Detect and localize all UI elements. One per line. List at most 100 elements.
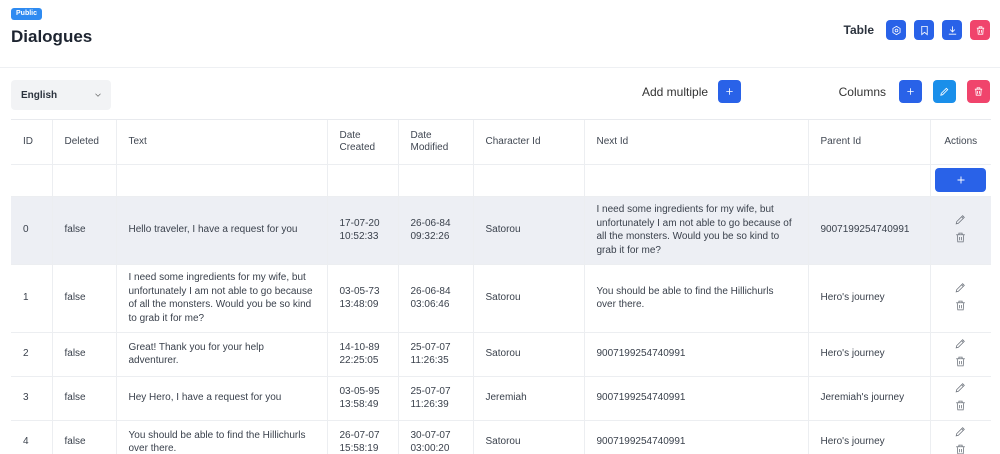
bookmark-icon (920, 25, 928, 36)
settings-button[interactable] (886, 20, 906, 40)
trash-icon (956, 232, 966, 242)
language-select-value: English (21, 89, 58, 101)
cell-next-id: 9007199254740991 (583, 376, 808, 421)
filter-cell[interactable] (472, 164, 584, 197)
edit-row-button[interactable] (954, 336, 968, 350)
bookmark-button[interactable] (914, 20, 934, 40)
public-badge: Public (11, 8, 43, 20)
add-multiple-group: Add multiple (642, 80, 742, 103)
cell-actions (929, 332, 991, 377)
edit-row-button[interactable] (954, 380, 968, 394)
cell-date-created: 14-10-89 22:25:05 (326, 332, 398, 377)
cell-next-id: I need some ingredients for my wife, but… (583, 196, 808, 265)
table-row[interactable]: 3 false Hey Hero, I have a request for you… (11, 376, 991, 421)
column-header-character-id[interactable]: Character Id (472, 120, 584, 165)
column-header-next-id[interactable]: Next Id (583, 120, 808, 165)
trash-icon (956, 356, 966, 366)
cell-deleted: false (51, 264, 116, 333)
cell-id: 2 (11, 332, 52, 377)
cell-date-modified: 25-07-07 11:26:39 (397, 376, 473, 421)
cell-id: 4 (11, 420, 52, 454)
columns-group: Columns (839, 80, 990, 103)
filter-cell[interactable] (11, 164, 52, 197)
table-row[interactable]: 0 false Hello traveler, I have a request f… (11, 196, 991, 265)
cell-parent-id: Hero's journey (807, 420, 930, 454)
cell-date-modified: 26-06-84 03:06:46 (397, 264, 473, 333)
add-row-cell (929, 164, 991, 197)
cell-character-id: Jeremiah (472, 376, 584, 421)
plus-icon (907, 88, 914, 95)
cell-date-modified: 26-06-84 09:32:26 (397, 196, 473, 265)
column-header-parent-id[interactable]: Parent Id (807, 120, 930, 165)
table-row[interactable]: 4 false You should be able to find the Hil… (11, 420, 991, 454)
trash-icon (976, 25, 984, 35)
filter-cell[interactable] (807, 164, 930, 197)
cell-text: You should be able to find the Hillichur… (115, 420, 327, 454)
add-multiple-label: Add multiple (642, 84, 709, 99)
pencil-icon (955, 382, 966, 392)
cell-text: I need some ingredients for my wife, but… (115, 264, 327, 333)
filter-cell[interactable] (583, 164, 808, 197)
cell-deleted: false (51, 332, 116, 377)
cell-text: Hey Hero, I have a request for you (115, 376, 327, 421)
edit-columns-button[interactable] (933, 80, 956, 103)
delete-column-button[interactable] (967, 80, 990, 103)
column-header-text[interactable]: Text (115, 120, 327, 165)
cell-id: 0 (11, 196, 52, 265)
cell-id: 1 (11, 264, 52, 333)
add-multiple-button[interactable] (718, 80, 742, 103)
cell-character-id: Satorou (472, 420, 584, 454)
trash-icon (956, 400, 966, 410)
cell-text: Hello traveler, I have a request for you (115, 196, 327, 265)
filter-cell[interactable] (51, 164, 116, 197)
cell-actions (929, 196, 991, 265)
table-row[interactable]: 1 false I need some ingredients for my wif… (11, 264, 991, 333)
add-column-button[interactable] (899, 80, 922, 103)
table-label: Table (843, 23, 874, 37)
table-toolbar: Table (844, 20, 990, 40)
trash-icon (956, 300, 966, 310)
cell-parent-id: Hero's journey (807, 332, 930, 377)
pencil-icon (955, 338, 966, 348)
chevron-down-icon (93, 90, 103, 100)
add-row-button[interactable] (935, 168, 987, 192)
edit-row-button[interactable] (954, 424, 968, 438)
filter-cell[interactable] (397, 164, 473, 197)
column-header-deleted[interactable]: Deleted (51, 120, 116, 165)
delete-table-button[interactable] (970, 20, 990, 40)
cell-character-id: Satorou (472, 196, 584, 265)
cell-text: Great! Thank you for your help adventure… (115, 332, 327, 377)
cell-actions (929, 376, 991, 421)
cell-date-created: 26-07-07 15:58:19 (326, 420, 398, 454)
pencil-icon (955, 282, 966, 292)
delete-row-button[interactable] (954, 398, 968, 412)
pencil-icon (955, 426, 966, 436)
delete-row-button[interactable] (954, 442, 968, 454)
cell-date-modified: 30-07-07 03:00:20 (397, 420, 473, 454)
filter-row (11, 164, 991, 197)
cell-deleted: false (51, 196, 116, 265)
cell-parent-id: 9007199254740991 (807, 196, 930, 265)
cell-deleted: false (51, 420, 116, 454)
pencil-icon (940, 87, 949, 96)
delete-row-button[interactable] (954, 230, 968, 244)
cell-character-id: Satorou (472, 264, 584, 333)
column-header-id[interactable]: ID (11, 120, 52, 165)
edit-row-button[interactable] (954, 212, 968, 226)
delete-row-button[interactable] (954, 354, 968, 368)
column-header-actions: Actions (929, 120, 991, 165)
cell-date-created: 03-05-95 13:58:49 (326, 376, 398, 421)
edit-row-button[interactable] (954, 280, 968, 294)
column-header-date-created[interactable]: Date Created (326, 120, 398, 165)
delete-row-button[interactable] (954, 298, 968, 312)
table-row[interactable]: 2 false Great! Thank you for your help adv… (11, 332, 991, 377)
download-button[interactable] (942, 20, 962, 40)
header-divider (0, 67, 1000, 68)
cell-date-created: 17-07-20 10:52:33 (326, 196, 398, 265)
language-select[interactable]: English (11, 80, 111, 110)
filter-cell[interactable] (326, 164, 398, 197)
filter-cell[interactable] (115, 164, 327, 197)
cell-actions (929, 420, 991, 454)
column-header-date-modified[interactable]: Date Modified (397, 120, 473, 165)
cell-date-modified: 25-07-07 11:26:35 (397, 332, 473, 377)
